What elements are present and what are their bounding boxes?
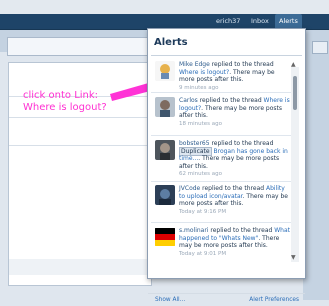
alert-item[interactable]: s.molinari replied to the thread What ha…	[151, 227, 292, 259]
scroll-up-icon[interactable]: ▲	[291, 61, 296, 68]
alert-username-link[interactable]: bobster65	[179, 140, 210, 147]
alert-preferences-link[interactable]: Alert Preferences	[249, 297, 299, 303]
panel-footer-strip	[9, 259, 151, 275]
browser-topbar	[0, 0, 329, 14]
alert-text: s.molinari replied to the thread What ha…	[179, 227, 291, 258]
panel-divider	[9, 117, 151, 118]
avatar	[155, 97, 175, 117]
alerts-popup-title: Alerts	[154, 37, 188, 48]
alert-action-text: replied to the thread	[209, 61, 274, 68]
alert-time: 18 minutes ago	[179, 120, 222, 127]
instruction-annotation: click onto Link: Where is logout?	[23, 90, 107, 113]
alert-action-text: replied to the thread	[197, 97, 264, 104]
avatar	[155, 140, 175, 160]
alert-separator	[151, 222, 292, 223]
alert-separator	[151, 135, 292, 136]
alerts-scroll-thumb[interactable]	[293, 76, 297, 110]
nav-inbox[interactable]: Inbox	[247, 14, 273, 29]
alert-item[interactable]: Mike Edge replied to the thread Where is…	[151, 61, 292, 92]
alert-text: Carlos replied to the thread Where is lo…	[179, 97, 291, 128]
alert-action-text: replied to the thread	[208, 227, 275, 234]
alert-text: bobster65 replied to the thread Duplicat…	[179, 140, 291, 179]
alert-username-link[interactable]: Carlos	[179, 97, 198, 104]
nav-username[interactable]: erich37	[212, 14, 244, 29]
alerts-popup: Alerts Mike Edge replied to the thread W…	[147, 28, 306, 303]
alert-time: 62 minutes ago	[179, 171, 222, 177]
avatar	[155, 61, 175, 81]
corner-badge	[312, 41, 328, 54]
scroll-down-icon[interactable]: ▼	[291, 254, 296, 261]
popup-divider	[151, 55, 302, 56]
alert-separator	[151, 92, 292, 93]
alert-text: Mike Edge replied to the thread Where is…	[179, 61, 291, 92]
alert-action-text: replied to the thread	[200, 185, 266, 192]
alert-item[interactable]: JVCode replied to the thread Ability to …	[151, 185, 292, 217]
alert-time: 9 minutes ago	[179, 84, 219, 91]
alert-username-link[interactable]: s.molinari	[179, 227, 209, 234]
alert-thread-link[interactable]: Where is logout?	[179, 69, 229, 76]
alert-action-text: replied to the thread	[209, 140, 274, 147]
show-all-link[interactable]: Show All...	[155, 297, 185, 303]
alert-time: Today at 9:16 PM	[179, 208, 227, 215]
alert-text: JVCode replied to the thread Ability to …	[179, 185, 291, 216]
alert-item[interactable]: Carlos replied to the thread Where is lo…	[151, 97, 292, 128]
alert-item[interactable]: bobster65 replied to the thread Duplicat…	[151, 140, 292, 180]
alert-username-link[interactable]: Mike Edge	[179, 61, 210, 68]
flag-avatar-icon	[155, 228, 175, 246]
avatar	[155, 185, 175, 205]
alert-separator	[151, 181, 292, 182]
nav-alerts[interactable]: Alerts	[275, 14, 302, 29]
panel-divider	[9, 145, 151, 146]
alert-username-link[interactable]: JVCode	[179, 185, 200, 192]
right-gutter	[303, 30, 329, 300]
alert-time: Today at 9:01 PM	[179, 250, 227, 257]
